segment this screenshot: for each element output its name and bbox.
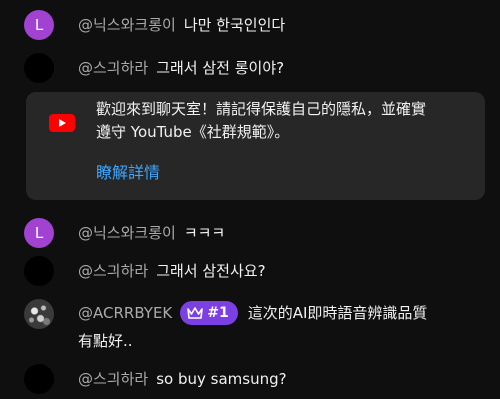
live-chat-panel: L @닉스와크롱이 나만 한국인인다 @스긔하라 그래서 삼전 롱이야? 歡迎來到聊… (0, 0, 500, 399)
author-name[interactable]: @스긔하라 (78, 262, 148, 280)
message-line: @닉스와크롱이 ㅋㅋㅋ (78, 221, 480, 245)
author-name[interactable]: @스긔하라 (78, 370, 148, 388)
learn-more-link[interactable]: 瞭解詳情 (96, 161, 160, 185)
author-name[interactable]: @스긔하라 (78, 59, 148, 77)
message-line: @닉스와크롱이 나만 한국인인다 (78, 13, 480, 37)
message-text: 그래서 삼전사요? (156, 262, 266, 280)
banner-line-1: 歡迎來到聊天室！請記得保護自己的隱私，並確實 (96, 100, 427, 118)
avatar[interactable]: L (24, 10, 54, 40)
message-line: 有點好.. (78, 329, 480, 353)
badge-label: #1 (207, 305, 229, 321)
message-line: @ACRRBYEK #1 這次的AI即時語音辨識品質 (78, 301, 480, 325)
avatar[interactable] (24, 364, 54, 394)
message-line: @스긔하라 그래서 삼전사요? (78, 259, 480, 283)
message-line: @스긔하라 so buy samsung? (78, 367, 480, 391)
message-line: @스긔하라 그래서 삼전 롱이야? (78, 56, 480, 80)
message-text: so buy samsung? (156, 370, 287, 388)
avatar[interactable]: L (24, 218, 54, 248)
rank-badge[interactable]: #1 (180, 301, 238, 325)
banner-line-2: 遵守 YouTube《社群規範》。 (96, 123, 290, 141)
author-name[interactable]: @ACRRBYEK (78, 304, 172, 322)
youtube-icon (49, 114, 75, 132)
banner-message: 歡迎來到聊天室！請記得保護自己的隱私，並確實 遵守 YouTube《社群規範》。 (96, 98, 468, 144)
message-text-line-2: 有點好.. (78, 332, 133, 350)
message-text-line-1: 這次的AI即時語音辨識品質 (247, 304, 428, 322)
message-text: 그래서 삼전 롱이야? (156, 59, 285, 77)
welcome-banner: 歡迎來到聊天室！請記得保護自己的隱私，並確實 遵守 YouTube《社群規範》。… (26, 92, 485, 200)
author-name[interactable]: @닉스와크롱이 (78, 224, 176, 242)
author-name[interactable]: @닉스와크롱이 (78, 16, 176, 34)
avatar[interactable] (24, 256, 54, 286)
message-text: 나만 한국인인다 (183, 16, 286, 34)
avatar[interactable] (24, 299, 54, 329)
message-text: ㅋㅋㅋ (183, 224, 226, 242)
crown-icon (187, 307, 204, 319)
avatar[interactable] (24, 53, 54, 83)
